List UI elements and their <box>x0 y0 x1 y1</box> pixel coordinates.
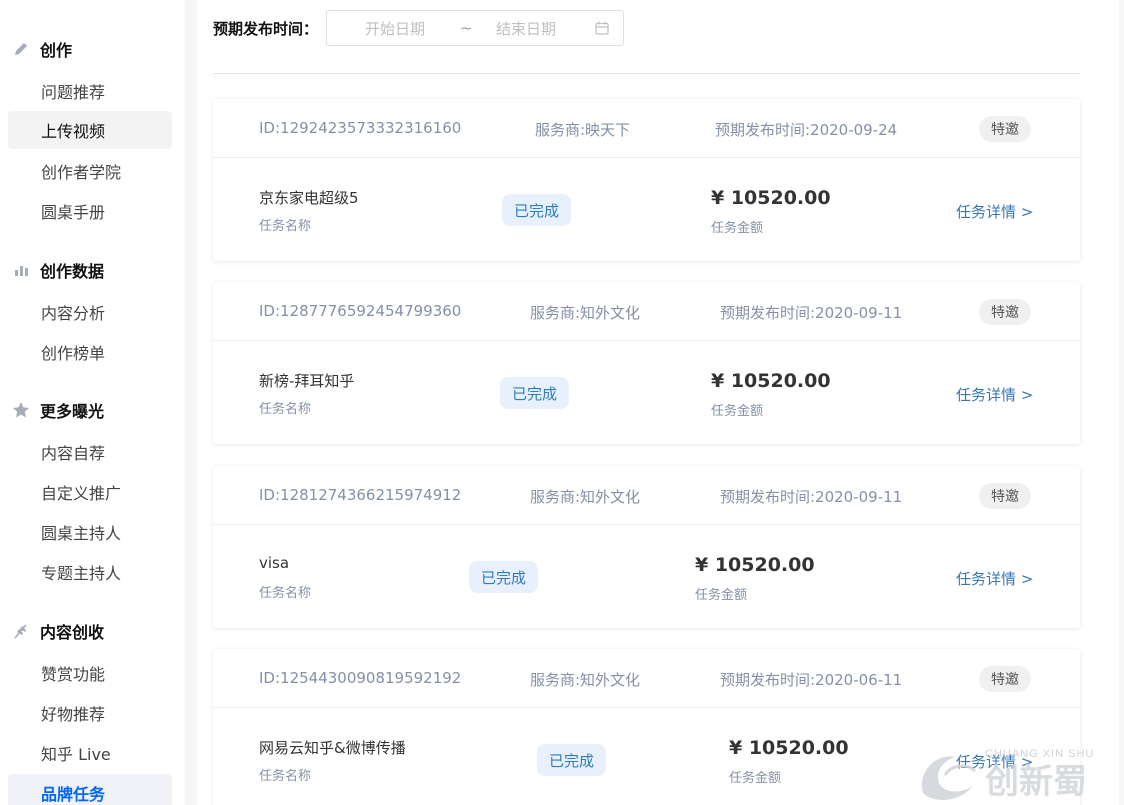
amount-label: 任务金额 <box>729 771 782 786</box>
task-card-header: ID:1254430090819592192 服务商:知外文化 预期发布时间:2… <box>213 649 1080 708</box>
group-title-income: 内容创收 <box>12 619 104 643</box>
task-card: ID:1292423573332316160 服务商:映天下 预期发布时间:20… <box>213 99 1080 261</box>
status-badge: 已完成 <box>537 744 607 776</box>
task-provider: 服务商:知外文化 <box>530 488 641 506</box>
sidebar-item-ranking[interactable]: 创作榜单 <box>8 333 172 371</box>
task-card-header: ID:1281274366215974912 服务商:知外文化 预期发布时间:2… <box>213 466 1080 525</box>
sidebar-item-reward[interactable]: 赞赏功能 <box>8 654 172 692</box>
sidebar-item-content-analysis[interactable]: 内容分析 <box>8 293 172 331</box>
chart-icon <box>12 261 30 279</box>
wheat-icon <box>12 622 30 640</box>
amount-label: 任务金额 <box>711 221 764 236</box>
sidebar-item-roundtable-manual[interactable]: 圆桌手册 <box>8 192 172 230</box>
sidebar-item-roundtable-host[interactable]: 圆桌主持人 <box>8 513 172 551</box>
task-id: ID:1281274366215974912 <box>259 486 462 504</box>
group-title-create: 创作 <box>12 37 72 61</box>
star-icon <box>12 401 30 419</box>
sidebar-item-zhihu-live[interactable]: 知乎 Live <box>8 734 172 772</box>
task-card-header: ID:1292423573332316160 服务商:映天下 预期发布时间:20… <box>213 99 1080 158</box>
task-detail-link[interactable]: 任务详情 > <box>956 751 1033 772</box>
group-label: 创作 <box>40 41 73 60</box>
task-card: ID:1287776592454799360 服务商:知外文化 预期发布时间:2… <box>213 282 1080 444</box>
task-name-label: 任务名称 <box>259 402 312 417</box>
task-amount: ¥ 10520.00 <box>711 187 831 209</box>
special-invite-badge: 特邀 <box>979 483 1031 509</box>
date-filter: 预期发布时间： 开始日期 ~ 结束日期 <box>213 10 625 46</box>
sidebar-item-question-recommend[interactable]: 问题推荐 <box>8 72 172 110</box>
task-detail-link[interactable]: 任务详情 > <box>956 201 1033 222</box>
filter-label: 预期发布时间： <box>213 19 319 38</box>
calendar-icon[interactable] <box>595 21 609 39</box>
special-invite-badge: 特邀 <box>979 116 1031 142</box>
task-id: ID:1254430090819592192 <box>259 669 462 687</box>
group-label: 内容创收 <box>40 623 105 642</box>
task-card: ID:1281274366215974912 服务商:知外文化 预期发布时间:2… <box>213 466 1080 628</box>
task-name-label: 任务名称 <box>259 219 312 234</box>
date-range-picker[interactable]: 开始日期 ~ 结束日期 <box>326 10 625 46</box>
status-badge: 已完成 <box>502 194 572 226</box>
sidebar-item-upload-video[interactable]: 上传视频 <box>8 111 172 149</box>
task-detail-link[interactable]: 任务详情 > <box>956 568 1033 589</box>
divider <box>213 73 1080 74</box>
task-date: 预期发布时间:2020-09-11 <box>720 488 903 506</box>
task-provider: 服务商:映天下 <box>535 121 631 139</box>
task-detail-link[interactable]: 任务详情 > <box>956 384 1033 405</box>
task-name: visa <box>259 554 290 572</box>
amount-label: 任务金额 <box>711 404 764 419</box>
task-date: 预期发布时间:2020-06-11 <box>720 671 903 689</box>
task-provider: 服务商:知外文化 <box>530 304 641 322</box>
task-amount: ¥ 10520.00 <box>711 370 831 392</box>
status-badge: 已完成 <box>469 561 539 593</box>
start-date-input[interactable]: 开始日期 <box>365 18 425 39</box>
group-label: 更多曝光 <box>40 402 105 421</box>
task-name: 京东家电超级5 <box>259 189 359 207</box>
amount-label: 任务金额 <box>695 588 748 603</box>
task-name-label: 任务名称 <box>259 769 312 784</box>
special-invite-badge: 特邀 <box>979 666 1031 692</box>
sidebar-item-custom-promotion[interactable]: 自定义推广 <box>8 473 172 511</box>
sidebar-item-goods-recommend[interactable]: 好物推荐 <box>8 694 172 732</box>
sidebar-item-creator-academy[interactable]: 创作者学院 <box>8 152 172 190</box>
pencil-icon <box>12 40 30 58</box>
task-date: 预期发布时间:2020-09-24 <box>715 121 898 139</box>
task-card: ID:1254430090819592192 服务商:知外文化 预期发布时间:2… <box>213 649 1080 805</box>
task-id: ID:1292423573332316160 <box>259 119 462 137</box>
end-date-input[interactable]: 结束日期 <box>496 18 556 39</box>
sidebar-item-self-recommend[interactable]: 内容自荐 <box>8 433 172 471</box>
sidebar: 创作 问题推荐 上传视频 创作者学院 圆桌手册 创作数据 内容分析 创作榜单 更… <box>0 0 185 805</box>
task-name: 网易云知乎&微博传播 <box>259 739 406 757</box>
task-id: ID:1287776592454799360 <box>259 302 462 320</box>
task-card-header: ID:1287776592454799360 服务商:知外文化 预期发布时间:2… <box>213 282 1080 341</box>
task-date: 预期发布时间:2020-09-11 <box>720 304 903 322</box>
group-title-exposure: 更多曝光 <box>12 398 104 422</box>
group-label: 创作数据 <box>40 262 105 281</box>
task-amount: ¥ 10520.00 <box>729 737 849 759</box>
task-provider: 服务商:知外文化 <box>530 671 641 689</box>
task-name-label: 任务名称 <box>259 586 312 601</box>
sidebar-item-topic-host[interactable]: 专题主持人 <box>8 553 172 591</box>
status-badge: 已完成 <box>500 377 570 409</box>
sidebar-item-brand-task[interactable]: 品牌任务 <box>8 774 172 805</box>
task-amount: ¥ 10520.00 <box>695 554 815 576</box>
date-separator: ~ <box>460 19 473 37</box>
special-invite-badge: 特邀 <box>979 299 1031 325</box>
group-title-data: 创作数据 <box>12 258 104 282</box>
main-panel: 预期发布时间： 开始日期 ~ 结束日期 ID:12924235733323161… <box>197 0 1119 805</box>
task-name: 新榜-拜耳知乎 <box>259 372 355 390</box>
